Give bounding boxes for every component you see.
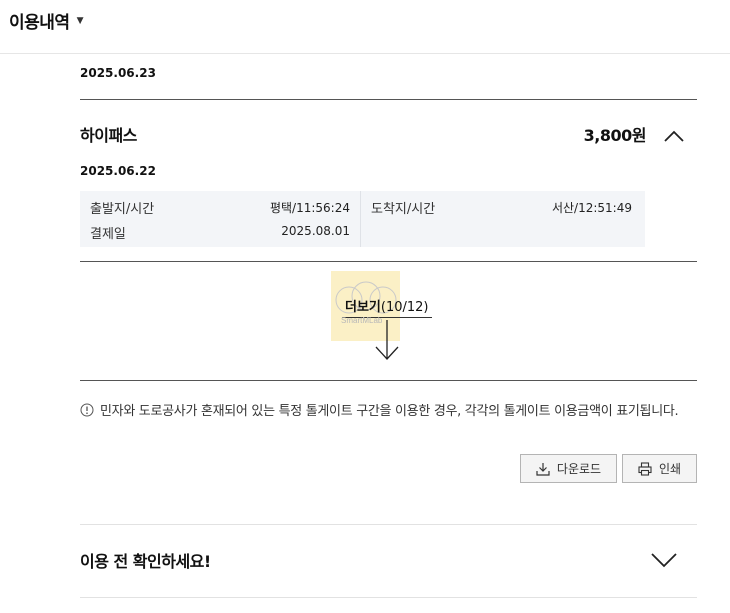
print-button[interactable]: 인쇄 — [622, 454, 697, 483]
payment-date-value: 2025.08.01 — [281, 224, 350, 238]
usage-date: 2025.06.22 — [80, 164, 156, 178]
amount: 3,800원 — [583, 126, 647, 145]
load-more-button[interactable]: 더보기(10/12) — [345, 296, 429, 315]
chevron-down-icon[interactable] — [650, 549, 678, 569]
payment-date-label: 결제일 — [90, 227, 126, 242]
arrival-label: 도착지/시간 — [371, 202, 436, 217]
divider — [80, 380, 697, 381]
previous-entry-date: 2025.06.23 — [80, 66, 156, 80]
divider — [80, 524, 697, 525]
trip-detail-box: 출발지/시간 평택/11:56:24 결제일 2025.08.01 도착지/시간… — [80, 191, 645, 247]
download-label: 다운로드 — [556, 462, 602, 476]
service-name: 하이패스 — [80, 126, 137, 145]
trip-detail-left: 출발지/시간 평택/11:56:24 결제일 2025.08.01 — [80, 191, 361, 247]
info-icon — [80, 403, 94, 417]
caret-down-icon: ▼ — [76, 15, 84, 26]
trip-detail-right: 도착지/시간 서산/12:51:49 — [361, 191, 645, 247]
load-more-label: 더보기 — [345, 300, 381, 315]
chevron-up-icon[interactable] — [660, 126, 688, 146]
departure-value: 평택/11:56:24 — [269, 201, 350, 215]
load-more-count: (10/12) — [380, 300, 429, 315]
arrival-value: 서산/12:51:49 — [551, 201, 632, 215]
page-header: 이용내역 ▼ — [0, 0, 730, 54]
arrow-down-icon — [375, 320, 399, 360]
printer-icon — [638, 461, 652, 476]
accordion-title[interactable]: 이용 전 확인하세요! — [80, 548, 211, 572]
divider — [80, 99, 697, 100]
print-label: 인쇄 — [658, 462, 682, 476]
departure-label: 출발지/시간 — [90, 202, 155, 217]
download-button[interactable]: 다운로드 — [520, 454, 617, 483]
usage-history-dropdown[interactable]: 이용내역 ▼ — [9, 8, 84, 33]
page-title: 이용내역 — [9, 13, 70, 33]
download-icon — [536, 462, 550, 476]
divider — [80, 597, 697, 598]
notice-text: 민자와 도로공사가 혼재되어 있는 특정 톨게이트 구간을 이용한 경우, 각각… — [100, 404, 679, 419]
divider — [80, 261, 697, 262]
